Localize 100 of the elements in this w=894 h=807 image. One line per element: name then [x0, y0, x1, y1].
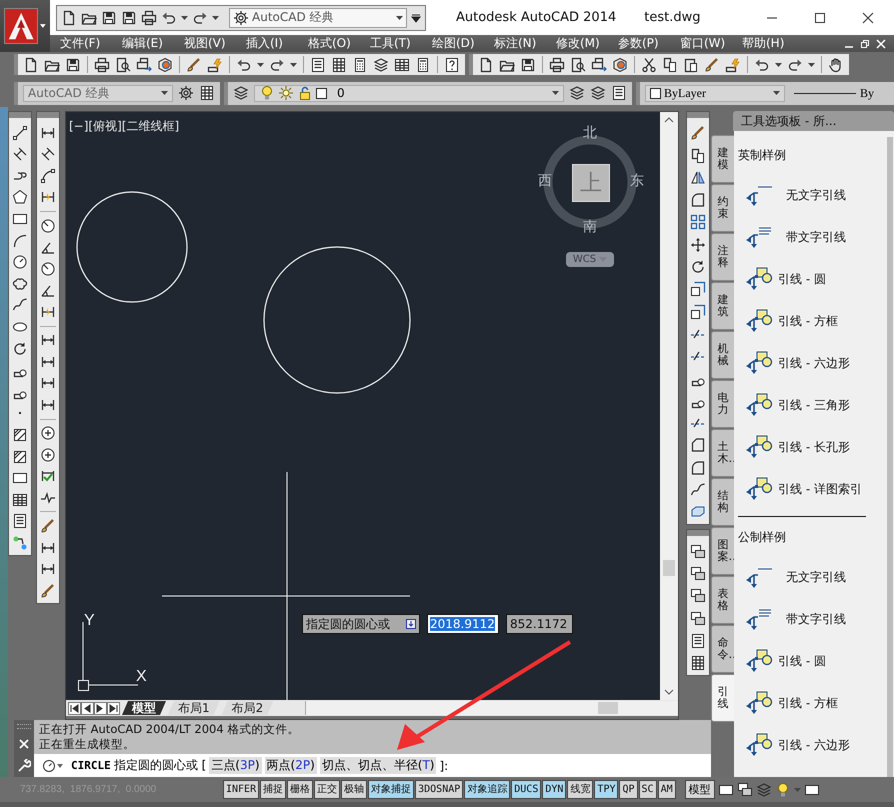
save-icon[interactable] — [101, 10, 117, 26]
center-icon[interactable] — [40, 446, 56, 463]
wrench-icon[interactable] — [17, 758, 31, 772]
print-icon[interactable] — [94, 56, 110, 72]
brush-icon[interactable] — [40, 518, 56, 534]
palette-tool[interactable]: 引线 - 长孔形 — [738, 426, 894, 468]
dropdown-caret-icon[interactable] — [290, 62, 297, 66]
dropdown-caret-icon[interactable] — [808, 62, 815, 66]
workspace-dropdown[interactable]: AutoCAD 经典 — [229, 8, 407, 28]
brush-icon[interactable] — [40, 582, 56, 599]
brush-icon[interactable] — [704, 56, 720, 72]
dimarc-icon[interactable] — [40, 168, 56, 184]
scrollbar-thumb[interactable] — [598, 702, 618, 714]
brush-icon[interactable] — [690, 125, 706, 142]
status-toggle-button[interactable]: 对象捕捉 — [368, 780, 414, 799]
palette-tab[interactable]: 电力 — [711, 380, 734, 428]
layout-tab[interactable]: 布局2 — [222, 701, 274, 715]
plot-icon[interactable] — [136, 56, 152, 72]
circle-icon[interactable] — [12, 254, 28, 270]
dropdown-caret-icon[interactable] — [775, 62, 782, 66]
menu-item[interactable]: 参数(P) — [618, 35, 680, 52]
scale-icon[interactable] — [690, 281, 706, 298]
layers-icon[interactable] — [233, 85, 249, 101]
status-toggle-button[interactable]: SC — [638, 780, 657, 799]
table-icon[interactable] — [12, 492, 28, 508]
preview-icon[interactable] — [570, 56, 586, 72]
customize-dropdown-icon[interactable] — [411, 12, 421, 22]
save-icon[interactable] — [520, 56, 536, 72]
status-toggle-button[interactable]: 3DOSNAP — [415, 780, 464, 799]
horizontal-scrollbar[interactable] — [305, 701, 678, 715]
dropdown-caret-icon[interactable] — [257, 62, 264, 66]
palette-tab[interactable]: 约束 — [711, 184, 734, 232]
calc-icon[interactable] — [352, 56, 368, 72]
props-icon[interactable] — [690, 632, 706, 649]
grid-icon[interactable] — [331, 56, 347, 72]
palette-tab[interactable]: 引线 — [711, 674, 734, 722]
dropdown-caret-icon[interactable] — [40, 24, 46, 28]
help-icon[interactable] — [444, 56, 460, 72]
palette-tool[interactable]: 引线 - 方框 — [738, 300, 894, 342]
color-dropdown[interactable]: ByLayer — [645, 84, 785, 102]
dropdown-caret-icon[interactable] — [773, 91, 780, 95]
grid-icon[interactable] — [199, 85, 215, 101]
fillet-icon[interactable] — [690, 192, 706, 208]
dropdown-caret-icon[interactable] — [552, 91, 559, 95]
order-icon[interactable] — [690, 588, 706, 604]
down-arrow-icon[interactable] — [406, 619, 416, 629]
dropdown-caret-icon[interactable] — [181, 16, 188, 20]
doc-icon[interactable] — [23, 56, 39, 72]
rotate-icon[interactable] — [690, 259, 706, 276]
props-icon[interactable] — [611, 85, 627, 101]
hatch-icon[interactable] — [12, 426, 28, 443]
menu-item[interactable]: 窗口(W) — [680, 35, 742, 52]
status-toggle-button[interactable]: TPY — [594, 780, 618, 799]
status-toggle-button[interactable]: 正交 — [314, 780, 340, 799]
palette-tab[interactable]: 机械 — [711, 331, 734, 379]
palette-tab[interactable]: 建筑 — [711, 282, 734, 330]
dropdown-caret-icon[interactable] — [396, 16, 403, 20]
application-menu-button[interactable] — [0, 0, 50, 52]
palette-tool[interactable]: 引线 - 详图索引 — [738, 468, 894, 510]
recent-commands-icon[interactable] — [42, 758, 64, 772]
palette-tool[interactable]: 无文字引线 — [738, 174, 894, 216]
center-icon[interactable] — [40, 425, 56, 442]
copy-icon[interactable] — [690, 148, 706, 164]
order-icon[interactable] — [690, 566, 706, 582]
array-icon[interactable] — [690, 214, 706, 230]
doc-icon[interactable] — [478, 56, 494, 72]
menu-item[interactable]: 修改(M) — [556, 35, 618, 52]
dimrad-icon[interactable] — [40, 218, 56, 234]
cut-icon[interactable] — [641, 56, 657, 72]
copy-icon[interactable] — [662, 56, 678, 72]
menu-item[interactable]: 帮助(H) — [742, 35, 804, 52]
compass-label[interactable]: 东 — [627, 172, 647, 190]
brush-icon[interactable] — [186, 56, 202, 72]
model-space-button[interactable]: 模型 — [684, 780, 715, 799]
paste-icon[interactable] — [683, 56, 699, 72]
toolbar-grip[interactable] — [9, 112, 31, 118]
palette-tab[interactable]: 结构 — [711, 478, 734, 526]
status-toggle-button[interactable]: DYN — [542, 780, 566, 799]
menu-item[interactable]: 格式(O) — [308, 35, 370, 52]
cube-icon[interactable] — [157, 56, 173, 72]
palette-tool[interactable]: 带文字引线 — [738, 598, 894, 640]
palette-tab[interactable]: 表格 — [711, 576, 734, 624]
cloud-icon[interactable] — [12, 276, 28, 292]
tab-navigation-icon[interactable] — [68, 702, 120, 714]
order-icon[interactable] — [690, 544, 706, 560]
doc-icon[interactable] — [61, 10, 77, 26]
jog-icon[interactable] — [40, 490, 56, 506]
redo-icon[interactable] — [192, 10, 208, 26]
cube-icon[interactable] — [612, 56, 628, 72]
redo-icon[interactable] — [787, 56, 803, 72]
toolbar-grip[interactable] — [687, 530, 709, 536]
scale-icon[interactable] — [690, 304, 706, 320]
status-toggle-button[interactable]: 线宽 — [567, 780, 594, 799]
palette-tool[interactable]: 引线 - 圆 — [738, 258, 894, 300]
menu-item[interactable]: 插入(I) — [246, 35, 308, 52]
scroll-up-icon[interactable] — [664, 116, 674, 124]
restore-icon[interactable] — [860, 38, 870, 48]
palette-tab[interactable]: 注释 — [711, 233, 734, 281]
status-toggle-button[interactable]: 栅格 — [287, 780, 314, 799]
status-toggle-button[interactable]: AM — [658, 780, 676, 799]
